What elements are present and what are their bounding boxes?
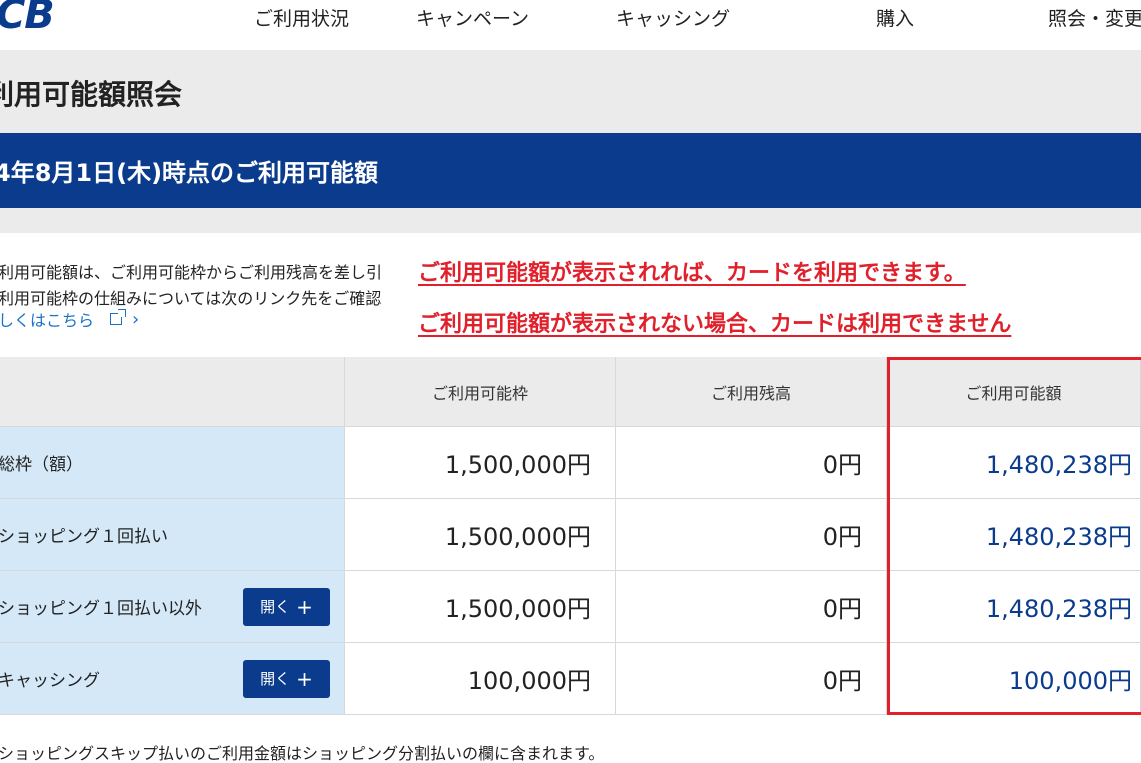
cell-available: 1,480,238円	[887, 499, 1141, 571]
chevron-right-icon: ›	[132, 308, 140, 330]
table-header-available: ご利用可能額	[887, 357, 1141, 427]
cell-balance: 0円	[616, 427, 887, 499]
cell-balance: 0円	[616, 643, 887, 715]
external-link-icon	[110, 309, 127, 325]
cell-balance: 0円	[616, 571, 887, 643]
table-row-label: キャッシング 開く +	[0, 643, 345, 715]
table-header-blank	[0, 357, 345, 427]
nav-inquiry-change[interactable]: 照会・変更	[1048, 4, 1141, 31]
table-row-label: ショッピング１回払い	[0, 499, 345, 571]
jcb-logo[interactable]: JCB	[0, 0, 55, 38]
plus-icon: +	[296, 594, 313, 619]
global-header: JCB ご利用状況 キャンペーン キャッシング 購入 照会・変更	[0, 0, 1141, 50]
annotation-available: ご利用可能額が表示されれば、カードを利用できます。	[418, 261, 966, 286]
cell-available: 1,480,238円	[887, 571, 1141, 643]
open-button-label: 開く	[260, 598, 291, 616]
expand-shopping-other-button[interactable]: 開く +	[243, 587, 330, 626]
open-button-label: 開く	[260, 670, 291, 688]
date-heading: 4年8月1日(木)時点のご利用可能額	[0, 159, 379, 187]
table-row-label: 総枠（額）	[0, 427, 345, 499]
credit-limit-table: ご利用可能枠 ご利用残高 ご利用可能額 総枠（額） 1,500,000円 0円 …	[0, 357, 1141, 715]
details-link[interactable]: しくはこちら ›	[0, 307, 139, 331]
footnote: ショッピングスキップ払いのご利用金額はショッピング分割払いの欄に含まれます。	[0, 744, 605, 763]
cell-available: 1,480,238円	[887, 427, 1141, 499]
nav-cashing[interactable]: キャッシング	[616, 4, 730, 31]
table-row-label: ショッピング１回払い以外 開く +	[0, 571, 345, 643]
cell-limit: 1,500,000円	[345, 427, 616, 499]
note-line-2: 利用可能枠の仕組みについては次のリンク先をご確認	[0, 289, 382, 308]
annotation-unavailable: ご利用可能額が表示されない場合、カードは利用できません	[418, 312, 1012, 337]
cell-balance: 0円	[616, 499, 887, 571]
note-line-1: 利用可能額は、ご利用可能枠からご利用残高を差し引	[0, 263, 383, 282]
cell-limit: 1,500,000円	[345, 571, 616, 643]
logo-text: JCB	[0, 0, 55, 38]
table-header-limit: ご利用可能枠	[345, 357, 616, 427]
table-header-balance: ご利用残高	[616, 357, 887, 427]
cell-available: 100,000円	[887, 643, 1141, 715]
details-link-label: しくはこちら	[0, 311, 95, 330]
row-label-shopping-other: ショッピング１回払い以外	[0, 599, 202, 619]
cell-limit: 1,500,000円	[345, 499, 616, 571]
nav-campaign[interactable]: キャンペーン	[416, 4, 529, 31]
cell-limit: 100,000円	[345, 643, 616, 715]
page-title: 利用可能額照会	[0, 78, 183, 111]
row-label-cashing: キャッシング	[0, 671, 100, 691]
nav-usage-status[interactable]: ご利用状況	[254, 4, 349, 31]
plus-icon: +	[296, 666, 313, 691]
expand-cashing-button[interactable]: 開く +	[243, 659, 330, 698]
nav-purchase[interactable]: 購入	[876, 4, 914, 31]
row-label-total: 総枠（額）	[0, 455, 83, 475]
row-label-shopping-single: ショッピング１回払い	[0, 527, 168, 547]
